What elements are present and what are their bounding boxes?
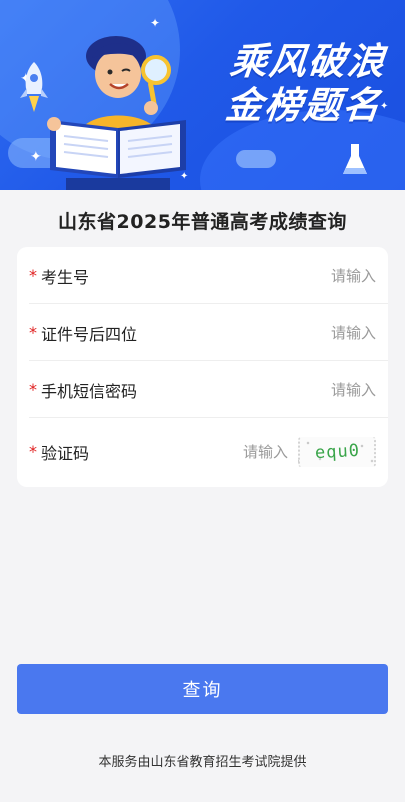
slogan-line: 乘风破浪 [228,40,389,83]
hero-banner: ✦ ✦ ✦ ✦ ✦ 乘风破浪 金榜题名 [0,0,405,190]
footer-note: 本服务由山东省教育招生考试院提供 [98,755,307,770]
required-mark: * [29,323,37,342]
captcha-input[interactable] [89,442,288,461]
sms-password-row: * 手机短信密码 [17,361,388,418]
exam-number-label: 考生号 [41,267,90,287]
id-last-four-label: 证件号后四位 [41,324,138,344]
slogan-line: 金榜题名 [223,84,384,127]
page-title: 山东省2025年普通高考成绩查询 [58,211,347,233]
id-last-four-row: * 证件号后四位 [17,304,388,361]
sms-password-label: 手机短信密码 [41,381,138,401]
required-mark: * [29,266,37,285]
banner-slogan: 乘风破浪 金榜题名 [223,40,402,128]
exam-number-input[interactable] [89,266,376,285]
query-form: * 考生号 * 证件号后四位 * 手机短信密码 * 验证码 equ0 [17,247,388,487]
captcha-label: 验证码 [41,443,90,463]
sms-password-input[interactable] [137,380,376,399]
query-button[interactable]: 查询 [17,664,388,714]
flask-icon [343,144,367,174]
captcha-image[interactable]: equ0 [298,436,376,467]
required-mark: * [29,442,37,461]
student-reading-illustration [47,36,186,190]
required-mark: * [29,380,37,399]
captcha-row: * 验证码 equ0 [17,423,388,480]
exam-number-row: * 考生号 [17,247,388,304]
cloud-decoration [236,150,276,168]
id-last-four-input[interactable] [137,323,376,342]
captcha-text: equ0 [314,440,360,463]
